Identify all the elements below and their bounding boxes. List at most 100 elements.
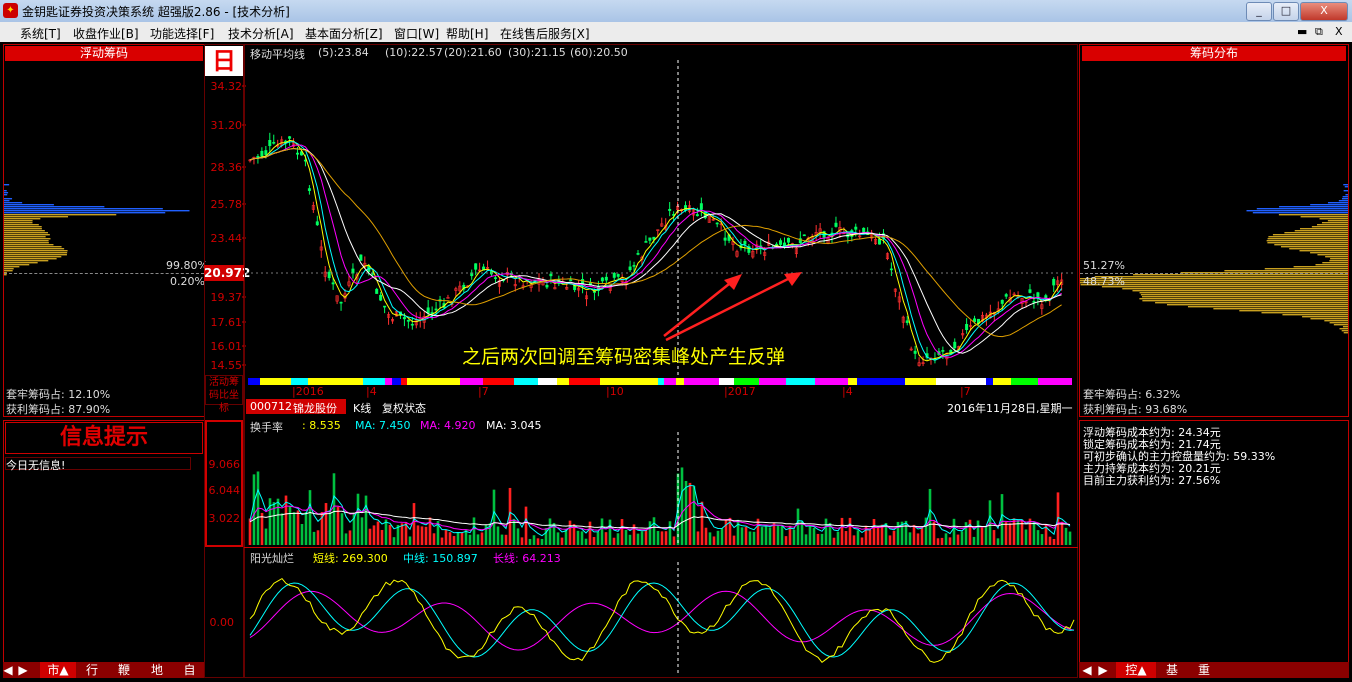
menu-help[interactable]: 帮助[H] [446,25,488,42]
chip-bar [1122,288,1348,290]
oscillator-chart[interactable] [246,562,1076,676]
strip-segment [1003,378,1011,385]
volume-bar [348,530,352,545]
volume-bar [380,529,384,545]
menu-online-service[interactable]: 在线售后服务[X] [500,25,590,42]
volume-bar [432,533,436,545]
volume-bar [856,530,860,545]
volume-bar [564,529,568,545]
menu-window[interactable]: 窗口[W] [394,25,439,42]
chip-bar [4,192,9,194]
right-tab-scroll-right-icon[interactable]: ▶ [1095,662,1110,678]
volume-bar [308,490,312,545]
volume-bar [444,529,448,545]
price-tick-label: 31.20 [211,119,243,132]
strip-segment [786,378,815,385]
turnover-chart[interactable] [246,432,1076,545]
strip-segment [1038,378,1068,385]
candle-body [375,288,379,294]
osc-divider [244,547,1078,548]
ma30-line [249,147,1062,354]
osc-short-line [249,577,1075,663]
volume-bar [616,533,620,545]
volume-bar [1068,531,1072,545]
tab-fundamental[interactable]: 基 [1156,662,1187,678]
info-title: 信息提示 [5,422,203,454]
candle-body [913,350,917,354]
volume-bar [584,538,588,545]
mdi-close-button[interactable]: X [1335,25,1343,38]
left-tab-strip: ◀ ▶ 市▲ 行 鞭 地 自 [3,662,205,678]
date-label: |4 [842,385,853,398]
volume-bar [700,501,704,545]
candle-body [684,205,688,211]
volume-bar [560,537,564,545]
date-label: |7 [960,385,971,398]
menu-close-work[interactable]: 收盘作业[B] [73,25,139,42]
price-tick-label: 34.32 [211,80,243,93]
strip-segment [905,378,920,385]
volume-bar [420,526,424,545]
volume-bar [640,531,644,545]
right-tab-scroll-left-icon[interactable]: ◀ [1081,662,1093,678]
volume-bar [848,517,852,545]
strip-segment [331,378,337,385]
tab-custom[interactable]: 自 [173,662,205,678]
tab-scroll-right-icon[interactable]: ▶ [15,662,30,678]
volume-bar [1012,518,1016,545]
volume-bar [280,513,284,545]
price-chart[interactable] [246,60,1076,380]
activity-ratio-button[interactable]: 活动筹码比坐标 [205,375,243,414]
volume-bar [672,536,676,545]
title-bar: ✦ 金钥匙证券投资决策系统 超强版2.86 - [技术分析] _ □ X [0,0,1352,22]
strip-segment [759,378,786,385]
volume-bar [1008,523,1012,545]
strip-segment [248,378,260,385]
maximize-button[interactable]: □ [1273,2,1299,21]
volume-bar [704,527,708,545]
chip-bar [1343,332,1348,334]
left-panel-header: 浮动筹码 [5,46,203,61]
mdi-restore-button[interactable]: ⧉ [1315,25,1323,39]
menu-system[interactable]: 系统[T] [20,25,61,42]
date-label: |4 [366,385,377,398]
period-day-button[interactable]: 日 [205,46,243,76]
tab-concept[interactable]: 鞭 [107,662,140,678]
volume-bar [1040,534,1044,545]
adjust-status-button[interactable]: 复权状态 [382,400,426,416]
tab-control[interactable]: 控▲ [1115,662,1156,678]
left-pct-top: 99.80% [166,259,208,272]
chip-bar [1141,296,1348,298]
minimize-button[interactable]: _ [1246,2,1272,21]
volume-bar [772,523,776,545]
tab-key[interactable]: 重 [1187,662,1220,678]
volume-bar [388,524,392,545]
tab-market[interactable]: 市▲ [39,662,76,678]
volume-bar [736,519,740,545]
volume-bar [300,524,304,545]
menu-fundamental[interactable]: 基本面分析[Z] [305,25,383,42]
volume-bar [476,534,480,545]
tab-region[interactable]: 地 [140,662,173,678]
chip-bar [4,238,51,240]
menu-function[interactable]: 功能选择[F] [150,25,214,42]
tab-industry[interactable]: 行 [76,662,107,678]
tab-scroll-left-icon[interactable]: ◀ [3,662,13,678]
mdi-minimize-button[interactable]: ▬ [1297,25,1307,38]
chip-bar [4,240,49,242]
menu-technical-analysis[interactable]: 技术分析[A] [228,25,294,42]
volume-bar [596,531,600,545]
chip-bar [1101,286,1348,288]
close-button[interactable]: X [1300,2,1348,21]
chip-bar [4,226,42,228]
volume-bar [840,517,844,545]
volume-bar [804,534,808,545]
kline-button[interactable]: K线 [353,400,371,416]
chip-bar [1267,242,1348,244]
chip-bar [1338,200,1348,202]
chip-bar [4,194,8,196]
candle-body [905,320,909,323]
volume-bar [744,526,748,545]
date-label: |10 [606,385,624,398]
chip-bar [1284,232,1348,234]
